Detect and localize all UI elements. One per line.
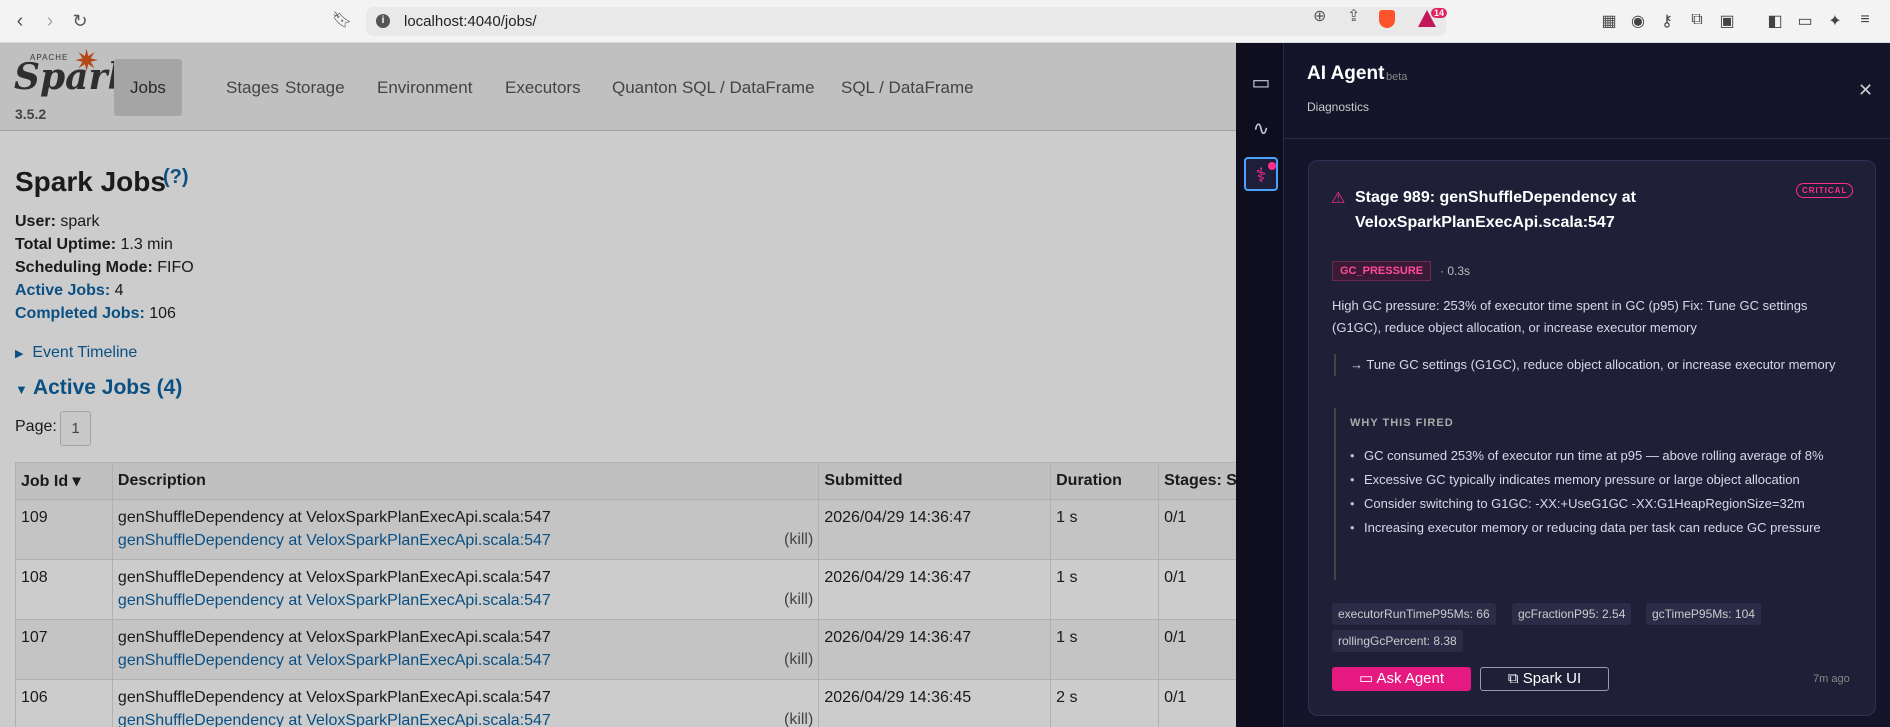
wallet-icon[interactable]: ▭ bbox=[1795, 11, 1815, 31]
sidebar-toggle-icon[interactable]: ◧ bbox=[1765, 11, 1785, 31]
rewards-badge: 14 bbox=[1431, 8, 1448, 18]
metric-chip: rollingGcPercent: 8.38 bbox=[1332, 630, 1463, 652]
leo-ai-icon[interactable]: ✦ bbox=[1825, 11, 1845, 31]
zoom-icon[interactable]: ⊕ bbox=[1313, 6, 1326, 26]
issue-tag: GC_PRESSURE bbox=[1332, 261, 1432, 281]
forward-icon[interactable]: › bbox=[39, 10, 61, 32]
warning-icon: ⚠ bbox=[1331, 190, 1346, 207]
fix-suggestion: → Tune GC settings (G1GC), reduce object… bbox=[1334, 354, 1854, 376]
why-list: GC consumed 253% of executor run time at… bbox=[1348, 445, 1848, 541]
metric-chip: executorRunTimeP95Ms: 66 bbox=[1332, 603, 1496, 625]
ask-agent-label: Ask Agent bbox=[1376, 670, 1445, 687]
why-item: GC consumed 253% of executor run time at… bbox=[1348, 445, 1848, 466]
close-icon[interactable]: ✕ bbox=[1858, 80, 1873, 101]
address-bar-url[interactable]: localhost:4040/jobs/ bbox=[404, 13, 537, 30]
site-info-icon[interactable]: i bbox=[376, 14, 390, 28]
ask-agent-button[interactable]: ▭ Ask Agent bbox=[1332, 667, 1471, 691]
extension-qr-icon[interactable]: ▦ bbox=[1599, 11, 1619, 31]
diagnostics-alert-dot bbox=[1268, 162, 1276, 170]
metric-chip: gcTimeP95Ms: 104 bbox=[1646, 603, 1761, 625]
message-icon: ▭ bbox=[1358, 670, 1374, 687]
timestamp: 7m ago bbox=[1813, 673, 1850, 685]
extensions-puzzle-icon[interactable]: ⧉ bbox=[1687, 11, 1707, 29]
extension-globe-icon[interactable]: ◉ bbox=[1628, 11, 1648, 31]
diagnostic-title: Stage 989: genShuffleDependency at Velox… bbox=[1355, 189, 1636, 231]
spark-ui-button[interactable]: ⧉ Spark UI bbox=[1480, 667, 1609, 691]
why-item: Excessive GC typically indicates memory … bbox=[1348, 469, 1848, 490]
metric-chip: gcFractionP95: 2.54 bbox=[1512, 603, 1632, 625]
menu-icon[interactable]: ≡ bbox=[1855, 11, 1875, 29]
browser-toolbar: ‹ › ↻ 🔖︎ i localhost:4040/jobs/ ⊕ ⇪ 14 ▦… bbox=[0, 0, 1890, 43]
address-bar[interactable]: i localhost:4040/jobs/ bbox=[366, 7, 1446, 36]
share-icon[interactable]: ⇪ bbox=[1347, 6, 1360, 26]
brave-shields-icon[interactable] bbox=[1379, 10, 1395, 28]
extension-box-icon[interactable]: ▣ bbox=[1717, 11, 1737, 31]
chat-icon[interactable]: ▭ bbox=[1244, 66, 1278, 100]
agent-beta-label: beta bbox=[1386, 71, 1408, 83]
issue-description: High GC pressure: 253% of executor time … bbox=[1332, 298, 1808, 335]
agent-subtitle: Diagnostics bbox=[1307, 100, 1370, 114]
why-title: WHY THIS FIRED bbox=[1350, 417, 1454, 429]
back-icon[interactable]: ‹ bbox=[9, 10, 31, 32]
activity-icon[interactable]: ∿ bbox=[1244, 112, 1278, 146]
bookmark-icon[interactable]: 🔖︎ bbox=[331, 10, 353, 32]
modal-backdrop[interactable] bbox=[0, 43, 1236, 727]
spark-ui-label: Spark UI bbox=[1522, 670, 1582, 687]
reload-icon[interactable]: ↻ bbox=[69, 10, 91, 32]
agent-title: AI Agent bbox=[1307, 63, 1385, 84]
external-link-icon: ⧉ bbox=[1507, 670, 1519, 687]
agent-panel-header bbox=[1284, 43, 1890, 139]
extension-key-icon[interactable]: ⚷ bbox=[1657, 11, 1677, 31]
why-item: Consider switching to G1GC: -XX:+UseG1GC… bbox=[1348, 493, 1848, 514]
why-item: Increasing executor memory or reducing d… bbox=[1348, 517, 1848, 538]
severity-badge: CRITICAL bbox=[1796, 183, 1854, 198]
issue-duration: · 0.3s bbox=[1440, 264, 1471, 278]
